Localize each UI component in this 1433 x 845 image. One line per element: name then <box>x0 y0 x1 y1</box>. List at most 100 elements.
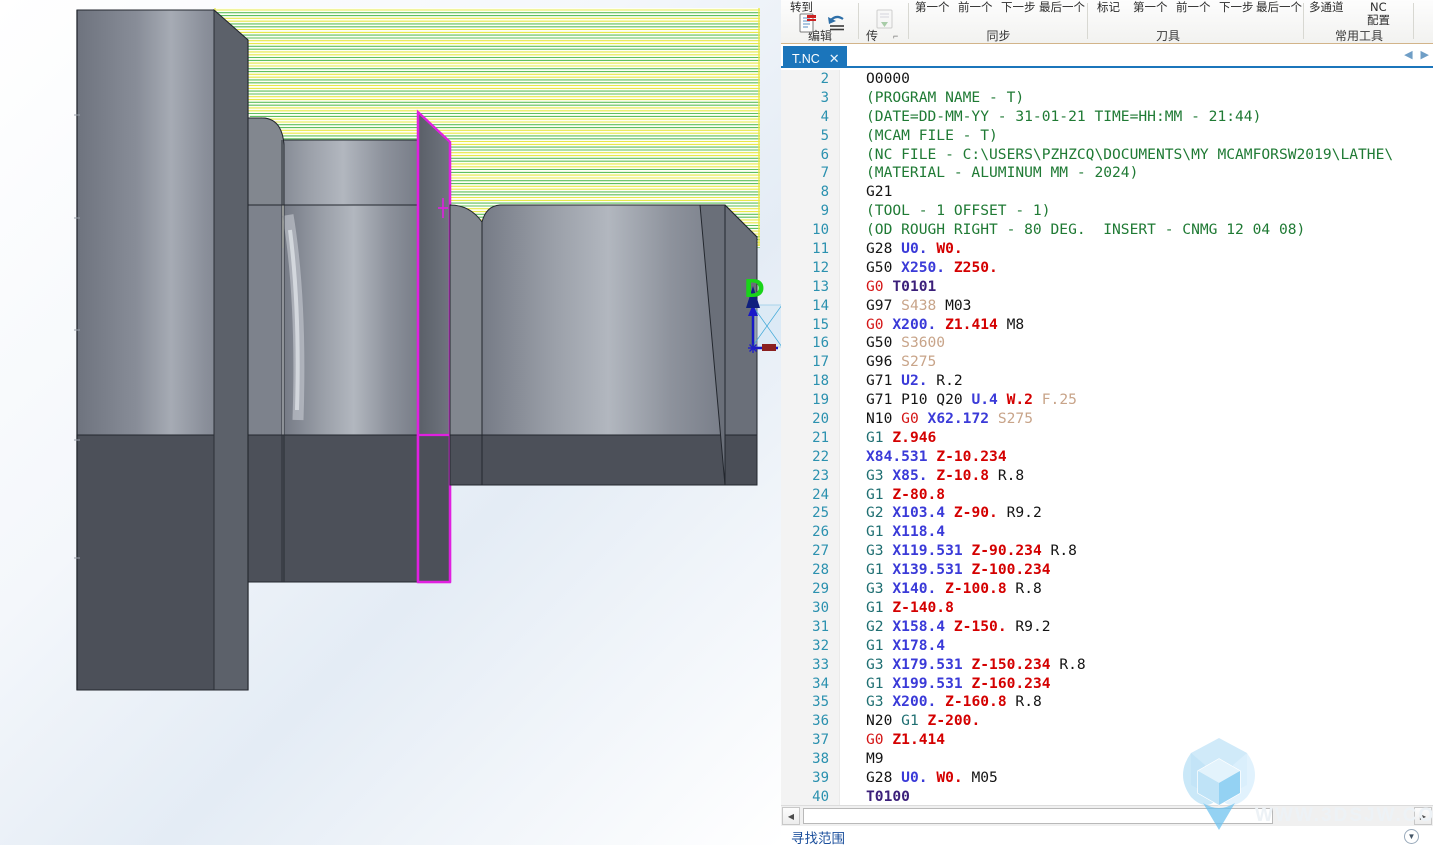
code-line[interactable]: 10 (OD ROUGH RIGHT - 80 DEG. INSERT - CNM… <box>781 221 1433 240</box>
multi-channel-button[interactable]: 多通道 <box>1309 1 1344 13</box>
code-line[interactable]: 8 G21 <box>781 183 1433 202</box>
code-line[interactable]: 30 G1 Z-140.8 <box>781 599 1433 618</box>
code-line[interactable]: 31 G2 X158.4 Z-150. R9.2 <box>781 618 1433 637</box>
code-line[interactable]: 14 G97 S438 M03 <box>781 297 1433 316</box>
code-line[interactable]: 15 G0 X200. Z1.414 M8 <box>781 316 1433 335</box>
code-text: G2 X158.4 Z-150. R9.2 <box>866 617 1051 635</box>
code-line[interactable]: 18 G71 U2. R.2 <box>781 372 1433 391</box>
download-icon[interactable] <box>873 8 897 32</box>
code-line[interactable]: 24 G1 Z-80.8 <box>781 486 1433 505</box>
tab-tnc[interactable]: T.NC ✕ <box>783 46 847 68</box>
code-text: G1 X178.4 <box>866 636 946 654</box>
code-line[interactable]: 25 G2 X103.4 Z-90. R9.2 <box>781 504 1433 523</box>
tab-tnc-label: T.NC <box>792 51 820 66</box>
tool-last-button[interactable]: 最后一个 <box>1256 1 1302 13</box>
tool-previous-button[interactable]: 前一个 <box>1176 1 1211 13</box>
nc-config-button-line2[interactable]: 配置 <box>1367 14 1390 26</box>
code-line[interactable]: 16 G50 S3600 <box>781 334 1433 353</box>
nc-code-editor[interactable]: 2 O0000 3 (PROGRAM NAME - T) 4 (DATE=DD-MM-YY… <box>781 70 1433 805</box>
code-line[interactable]: 39 G28 U0. W0. M05 <box>781 769 1433 788</box>
tab-next-icon[interactable]: ▶ <box>1421 48 1429 61</box>
code-text: G3 X179.531 Z-150.234 R.8 <box>866 655 1086 673</box>
code-line[interactable]: 4 (DATE=DD-MM-YY - 31-01-21 TIME=HH:MM - … <box>781 108 1433 127</box>
code-line[interactable]: 40 T0100 <box>781 788 1433 805</box>
tool-mark-button[interactable]: 标记 <box>1097 1 1120 13</box>
line-number: 3 <box>820 89 829 106</box>
line-number: 15 <box>812 316 829 333</box>
ribbon-group-tool: 标记 第一个 前一个 下一步 最后一个 刀具 <box>1088 0 1304 44</box>
code-line[interactable]: 12 G50 X250. Z250. <box>781 259 1433 278</box>
code-line[interactable]: 17 G96 S275 <box>781 353 1433 372</box>
code-line[interactable]: 22 X84.531 Z-10.234 <box>781 448 1433 467</box>
sync-first-button[interactable]: 第一个 <box>915 1 950 13</box>
code-line[interactable]: 37 G0 Z1.414 <box>781 731 1433 750</box>
code-line[interactable]: 6 (NC FILE - C:\USERS\PZHZCQ\DOCUMENTS\MY… <box>781 146 1433 165</box>
find-scope-label[interactable]: 寻找范围 <box>791 827 845 845</box>
line-number: 6 <box>820 146 829 163</box>
line-number: 16 <box>812 335 829 352</box>
scroll-right-icon[interactable]: ▶ <box>1414 807 1432 825</box>
line-number: 13 <box>812 278 829 295</box>
code-text: M9 <box>866 750 884 768</box>
code-text: G1 X118.4 <box>866 523 946 541</box>
code-line[interactable]: 33 G3 X179.531 Z-150.234 R.8 <box>781 656 1433 675</box>
code-line[interactable]: 32 G1 X178.4 <box>781 637 1433 656</box>
code-line[interactable]: 23 G3 X85. Z-10.8 R.8 <box>781 467 1433 486</box>
sync-last-button[interactable]: 最后一个 <box>1039 1 1085 13</box>
code-line[interactable]: 7 (MATERIAL - ALUMINUM MM - 2024) <box>781 164 1433 183</box>
line-number: 31 <box>812 618 829 635</box>
scrollbar-thumb[interactable] <box>803 808 1273 824</box>
code-line[interactable]: 20 N10 G0 X62.172 S275 <box>781 410 1433 429</box>
code-text: G97 S438 M03 <box>866 296 972 314</box>
code-line[interactable]: 13 G0 T0101 <box>781 278 1433 297</box>
dialog-launcher-icon[interactable]: ⌐ <box>893 31 898 41</box>
chevron-down-icon[interactable]: ▼ <box>1404 829 1419 844</box>
code-line[interactable]: 35 G3 X200. Z-160.8 R.8 <box>781 693 1433 712</box>
code-line[interactable]: 27 G3 X119.531 Z-90.234 R.8 <box>781 542 1433 561</box>
code-text: G71 U2. R.2 <box>866 372 963 390</box>
line-number: 33 <box>812 656 829 673</box>
tool-next-button[interactable]: 下一步 <box>1219 1 1254 13</box>
editor-horizontal-scrollbar[interactable]: ◀ ▶ <box>781 805 1433 826</box>
code-line[interactable]: 26 G1 X118.4 <box>781 523 1433 542</box>
code-line[interactable]: 5 (MCAM FILE - T) <box>781 127 1433 146</box>
undo-icon[interactable] <box>826 13 848 35</box>
code-text: G3 X200. Z-160.8 R.8 <box>866 693 1042 711</box>
code-text: (TOOL - 1 OFFSET - 1) <box>866 202 1051 220</box>
code-line[interactable]: 38 M9 <box>781 750 1433 769</box>
scroll-left-icon[interactable]: ◀ <box>782 807 800 825</box>
code-text: G3 X85. Z-10.8 R.8 <box>866 466 1025 484</box>
code-text: N20 G1 Z-200. <box>866 712 981 730</box>
code-line[interactable]: 2 O0000 <box>781 70 1433 89</box>
edit-doc-icon[interactable] <box>798 13 818 35</box>
line-number: 30 <box>812 599 829 616</box>
code-line[interactable]: 36 N20 G1 Z-200. <box>781 712 1433 731</box>
graphics-viewport[interactable]: D <box>0 0 781 845</box>
line-number: 37 <box>812 732 829 749</box>
sync-next-button[interactable]: 下一步 <box>1001 1 1036 13</box>
line-number: 9 <box>820 203 829 220</box>
code-line[interactable]: 29 G3 X140. Z-100.8 R.8 <box>781 580 1433 599</box>
code-line[interactable]: 19 G71 P10 Q20 U.4 W.2 F.25 <box>781 391 1433 410</box>
line-number: 35 <box>812 694 829 711</box>
code-text: N10 G0 X62.172 S275 <box>866 410 1033 428</box>
goto-button[interactable]: 转到 <box>790 1 813 13</box>
nc-config-button-line1[interactable]: NC <box>1370 1 1387 13</box>
line-number: 23 <box>812 467 829 484</box>
code-line[interactable]: 28 G1 X139.531 Z-100.234 <box>781 561 1433 580</box>
code-line[interactable]: 21 G1 Z.946 <box>781 429 1433 448</box>
nc-editor-pane: 转到 编辑 传 ⌐ 第一个 前一个 下一步 最后一个 同步 标记 第一个 前一个… <box>781 0 1433 845</box>
code-line[interactable]: 11 G28 U0. W0. <box>781 240 1433 259</box>
code-text: (MATERIAL - ALUMINUM MM - 2024) <box>866 164 1139 182</box>
tool-first-button[interactable]: 第一个 <box>1133 1 1168 13</box>
line-number: 2 <box>820 71 829 87</box>
code-text: G21 <box>866 183 893 201</box>
tab-prev-icon[interactable]: ◀ <box>1404 48 1412 61</box>
code-line[interactable]: 3 (PROGRAM NAME - T) <box>781 89 1433 108</box>
code-line[interactable]: 9 (TOOL - 1 OFFSET - 1) <box>781 202 1433 221</box>
code-text: G0 X200. Z1.414 M8 <box>866 315 1025 333</box>
close-icon[interactable]: ✕ <box>829 52 840 65</box>
code-text: (NC FILE - C:\USERS\PZHZCQ\DOCUMENTS\MY … <box>866 145 1394 163</box>
code-line[interactable]: 34 G1 X199.531 Z-160.234 <box>781 675 1433 694</box>
sync-previous-button[interactable]: 前一个 <box>958 1 993 13</box>
